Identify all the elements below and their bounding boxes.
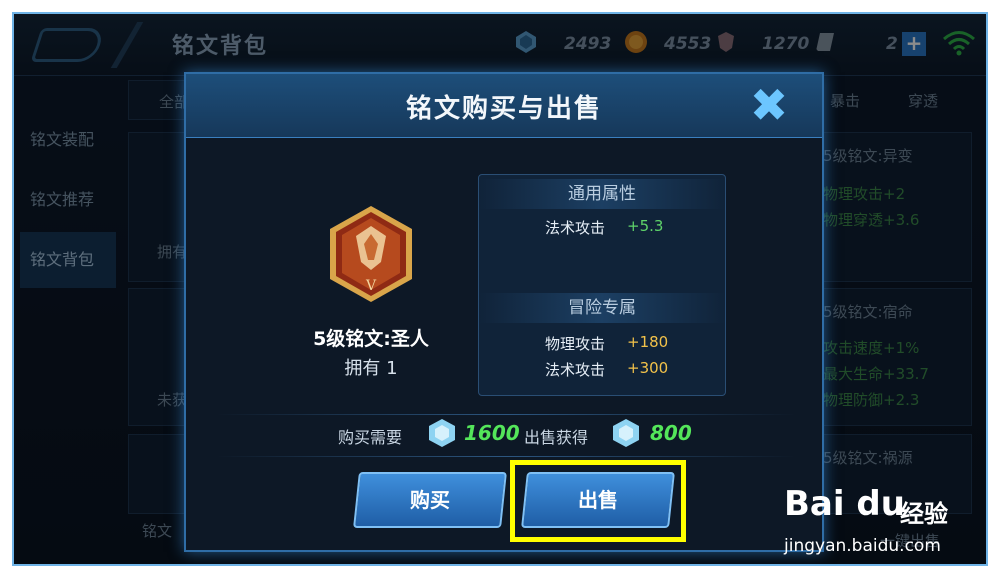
divider: [216, 456, 796, 457]
rune-name: 5级铭文:圣人: [313, 328, 429, 350]
game-screen: 铭文背包 2493 4553 1270 2 + 铭文装配 铭文推荐 铭文背包 全…: [12, 12, 988, 566]
close-button[interactable]: ✖: [746, 82, 792, 128]
buy-button[interactable]: 购买: [353, 472, 507, 528]
divider: [216, 414, 796, 415]
crystal-icon: [613, 419, 639, 447]
general-stats-heading: 通用属性: [479, 179, 725, 209]
sell-button[interactable]: 出售: [521, 472, 675, 528]
sell-price-label: 出售获得: [524, 428, 589, 447]
rune-emblem-icon: V: [330, 206, 412, 302]
watermark-logo: Bai du: [784, 484, 905, 524]
watermark-url: jingyan.baidu.com: [784, 536, 941, 556]
rune-owned-count: 拥有 1: [344, 358, 398, 379]
buy-price-label: 购买需要: [338, 428, 403, 447]
watermark-jingyan: 经验: [900, 500, 948, 528]
adventure-stats-heading: 冒险专属: [479, 293, 725, 323]
sell-price-value: 800: [650, 421, 692, 445]
crystal-icon: [429, 419, 455, 447]
baidu-watermark: Bai du 经验 jingyan.baidu.com: [784, 484, 984, 564]
dialog-title: 铭文购买与出售: [405, 94, 602, 124]
stats-panel: 通用属性 法术攻击 +5.3 冒险专属 物理攻击 +180 法术攻击 +300: [478, 174, 726, 396]
svg-text:V: V: [365, 278, 377, 294]
close-icon: ✖: [749, 78, 789, 132]
buy-price-value: 1600: [464, 421, 520, 445]
dialog-header: 铭文购买与出售 ✖: [186, 74, 822, 138]
buy-sell-dialog: 铭文购买与出售 ✖ V 5级铭文:圣人 拥有 1 通用属性 法术攻击 +5.3 …: [184, 72, 824, 552]
